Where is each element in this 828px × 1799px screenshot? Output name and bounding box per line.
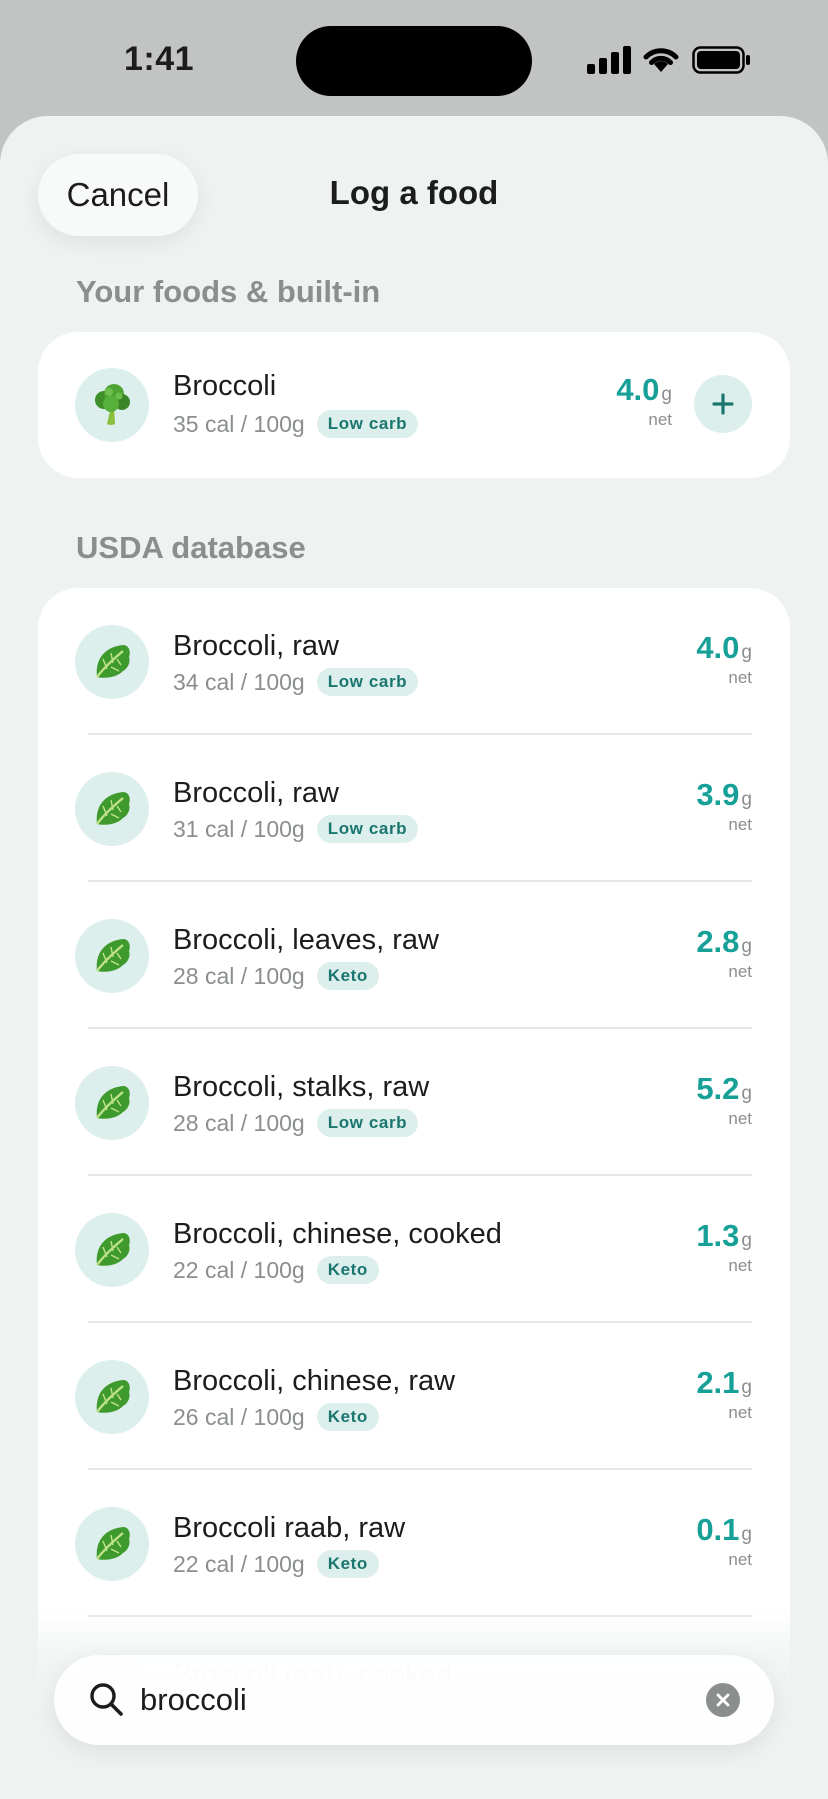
net-carbs: 4.0 g net [616,372,672,430]
status-time: 1:41 [124,40,195,78]
food-name: Broccoli, chinese, cooked [173,1218,502,1250]
log-food-sheet: Cancel Log a food Your foods & built-in … [0,116,828,1799]
net-carbs: 2.8 g net [696,924,752,982]
diet-badge: Low carb [316,1109,419,1137]
food-meta: 34 cal / 100g Low carb [173,668,419,696]
section-label-usda: USDA database [76,530,306,565]
dynamic-island [296,26,532,96]
diet-badge: Keto [316,1550,379,1578]
food-calories: 35 cal / 100g [173,410,305,437]
food-name: Broccoli, raw [173,630,339,662]
page-title: Log a food [329,174,499,211]
net-carbs-value: 3.9 [696,777,740,812]
search-input[interactable] [140,1673,700,1727]
food-row[interactable]: Broccoli, chinese, cooked 22 cal / 100g Ke… [38,1176,790,1323]
net-carbs: 5.2 g net [696,1071,752,1129]
net-carbs-unit: g [741,936,752,957]
status-bar: 1:41 [0,0,828,118]
net-carbs-label: net [728,1109,752,1128]
net-carbs-unit: g [741,642,752,663]
cellular-signal-icon [587,46,631,74]
food-name: Broccoli, raw [173,777,339,809]
leafy-green-icon [75,1066,149,1140]
net-carbs-label: net [648,410,672,429]
diet-badge: Keto [316,1256,379,1284]
net-carbs-value: 4.0 [616,372,660,407]
food-name: Broccoli, leaves, raw [173,924,439,956]
search-icon [90,1683,123,1716]
your-foods-card: Broccoli 35 cal / 100g Low carb 4.0 g net [38,332,790,478]
food-row[interactable]: Broccoli, stalks, raw 28 cal / 100g Low ca… [38,1029,790,1176]
net-carbs-label: net [728,962,752,981]
food-meta: 22 cal / 100g Keto [173,1550,379,1578]
net-carbs-label: net [728,1550,752,1569]
net-carbs: 3.9 g net [696,777,752,835]
net-carbs-label: net [728,1256,752,1275]
food-row[interactable]: Broccoli, raw 31 cal / 100g Low carb 3.9 g ne… [38,735,790,882]
food-row[interactable]: Broccoli, leaves, raw 28 cal / 100g Keto 2.… [38,882,790,1029]
leafy-green-icon [75,625,149,699]
net-carbs-unit: g [741,789,752,810]
food-meta: 26 cal / 100g Keto [173,1403,379,1431]
net-carbs-value: 4.0 [696,630,740,665]
net-carbs-value: 2.8 [696,924,740,959]
net-carbs: 2.1 g net [696,1365,752,1423]
net-carbs-value: 1.3 [696,1218,740,1253]
net-carbs-value: 0.1 [696,1512,740,1547]
food-meta: 28 cal / 100g Low carb [173,1109,419,1137]
section-label-your-foods: Your foods & built-in [76,274,381,309]
food-row[interactable]: Broccoli, raw 34 cal / 100g Low carb 4.0 g ne… [38,588,790,735]
diet-badge: Low carb [316,815,419,843]
food-name: Broccoli, stalks, raw [173,1071,430,1103]
food-meta: 22 cal / 100g Keto [173,1256,379,1284]
food-calories: 26 cal / 100g [173,1403,305,1430]
search-bar[interactable] [54,1655,774,1745]
leafy-green-icon [75,1507,149,1581]
net-carbs-label: net [728,815,752,834]
net-carbs-unit: g [741,1230,752,1251]
food-calories: 22 cal / 100g [173,1256,305,1283]
diet-badge: Keto [316,962,379,990]
leafy-green-icon [75,1360,149,1434]
food-calories: 22 cal / 100g [173,1550,305,1577]
net-carbs: 1.3 g net [696,1218,752,1276]
food-row[interactable]: Broccoli raab, raw 22 cal / 100g Keto 0.1 g n… [38,1470,790,1617]
food-name: Broccoli raab, raw [173,1512,406,1544]
broccoli-icon [75,368,149,442]
close-icon [716,1693,730,1707]
food-meta: 31 cal / 100g Low carb [173,815,419,843]
net-carbs-unit: g [741,1083,752,1104]
plus-icon [712,393,734,415]
clear-search-button[interactable] [706,1683,740,1717]
food-calories: 31 cal / 100g [173,815,305,842]
wifi-icon [643,48,679,72]
net-carbs: 4.0 g net [696,630,752,688]
net-carbs-value: 2.1 [696,1365,740,1400]
food-calories: 34 cal / 100g [173,668,305,695]
food-meta: 28 cal / 100g Keto [173,962,379,990]
net-carbs-unit: g [741,1524,752,1545]
net-carbs-value: 5.2 [696,1071,740,1106]
net-carbs-label: net [728,668,752,687]
net-carbs-label: net [728,1403,752,1422]
battery-icon [692,46,750,74]
leafy-green-icon [75,772,149,846]
net-carbs: 0.1 g net [696,1512,752,1570]
food-calories: 28 cal / 100g [173,962,305,989]
food-calories: 28 cal / 100g [173,1109,305,1136]
net-carbs-unit: g [661,384,672,405]
food-row[interactable]: Broccoli, chinese, raw 26 cal / 100g Keto 2… [38,1323,790,1470]
leafy-green-icon [75,919,149,993]
food-name: Broccoli, chinese, raw [173,1365,456,1397]
net-carbs-unit: g [741,1377,752,1398]
diet-badge: Low carb [316,410,419,438]
food-meta: 35 cal / 100g Low carb [173,410,419,438]
diet-badge: Keto [316,1403,379,1431]
food-name: Broccoli [173,370,277,402]
leafy-green-icon [75,1213,149,1287]
diet-badge: Low carb [316,668,419,696]
food-row[interactable]: Broccoli 35 cal / 100g Low carb 4.0 g net [38,332,790,478]
add-food-button[interactable] [694,375,752,433]
